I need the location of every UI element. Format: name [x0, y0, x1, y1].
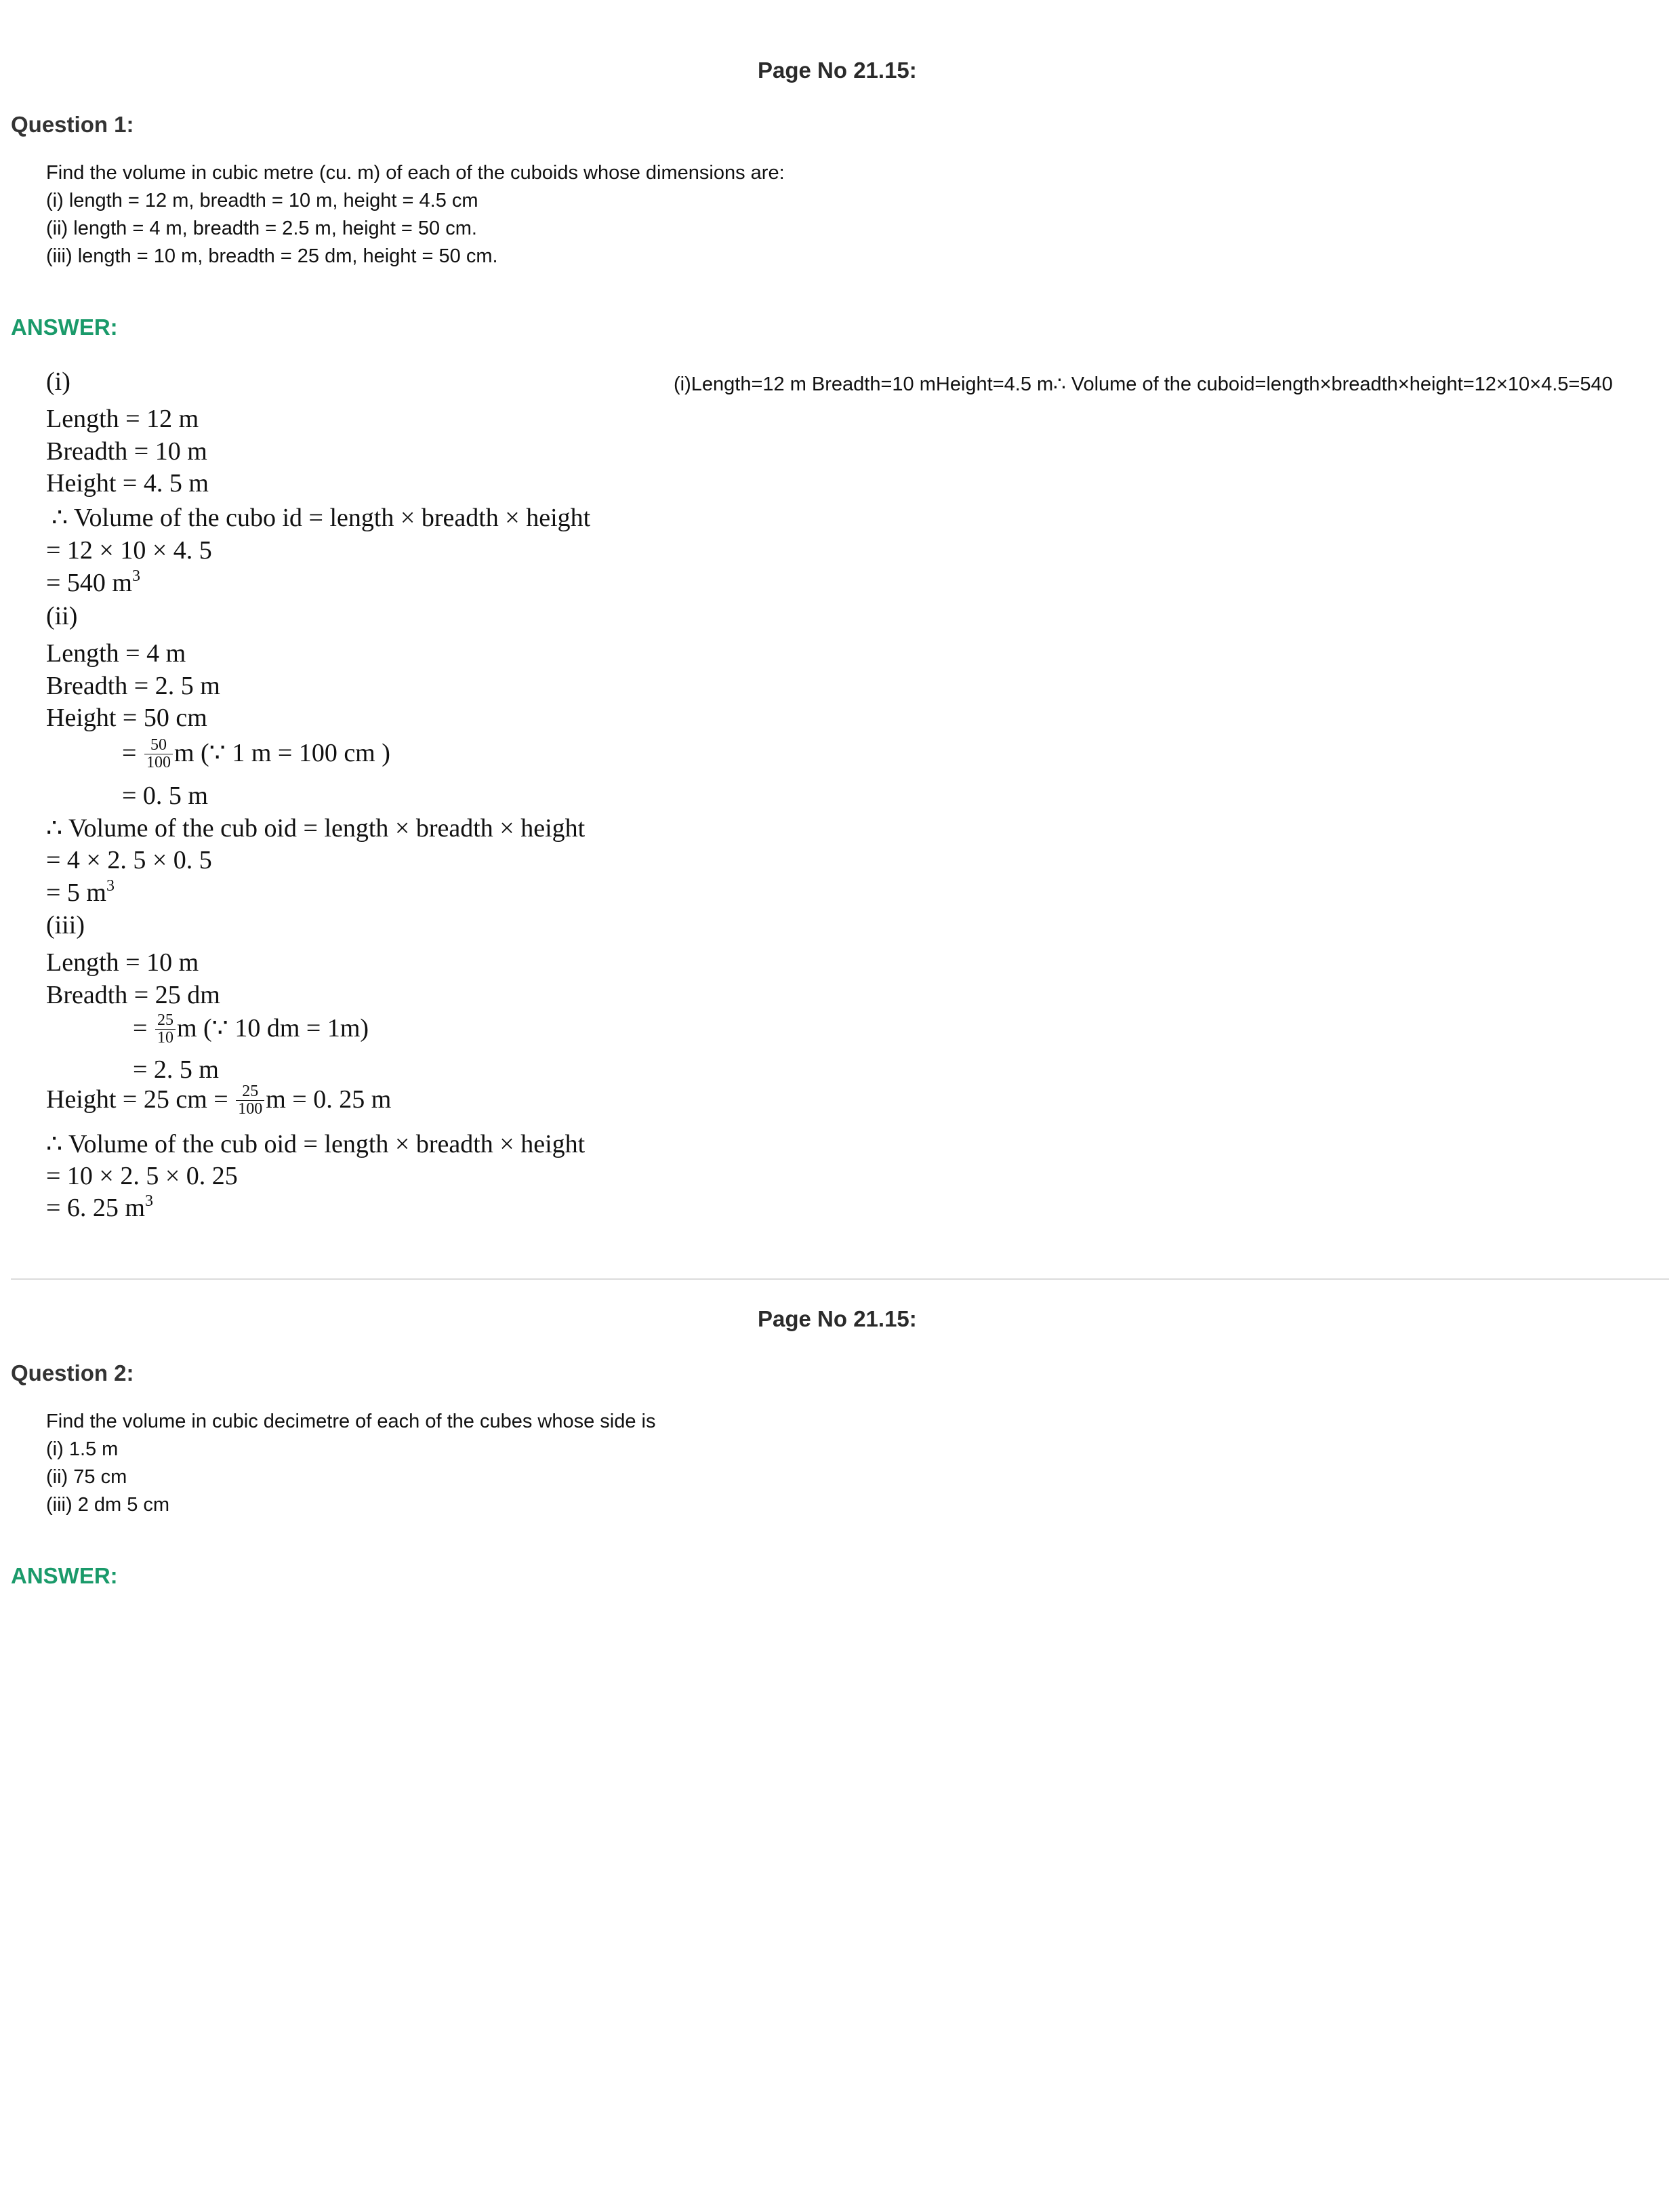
solution-line: Height = 4. 5 m: [46, 469, 209, 498]
fraction: 25 100: [236, 1083, 265, 1118]
question-text: Find the volume in cubic decimetre of ea…: [46, 1411, 656, 1432]
solution-line: = 50 100 m (∵ 1 m = 100 cm ): [122, 735, 390, 771]
solution-line: ∴ Volume of the cub oid = length × bread…: [46, 1130, 586, 1158]
solution-line: = 25 10 m (∵ 10 dm = 1m): [133, 1011, 369, 1047]
solution-line: = 6. 25 m3: [46, 1192, 153, 1222]
question-part: (ii) length = 4 m, breadth = 2.5 m, heig…: [46, 218, 477, 239]
solution-line: = 540 m3: [46, 567, 140, 597]
solution-line: = 5 m3: [46, 877, 115, 907]
solution-line: Breadth = 2. 5 m: [46, 672, 220, 700]
page-number-heading: Page No 21.15:: [758, 58, 917, 83]
solution-line: Height = 25 cm = 25 100 m = 0. 25 m: [46, 1083, 392, 1118]
solution-line: (i): [46, 367, 70, 396]
question-title: Question 2:: [11, 1360, 134, 1385]
solution-line: ∴ Volume of the cubo id = length × bread…: [52, 504, 591, 532]
question-text: Find the volume in cubic metre (cu. m) o…: [46, 162, 785, 184]
question-part: (i) length = 12 m, breadth = 10 m, heigh…: [46, 190, 478, 211]
solution-line: = 10 × 2. 5 × 0. 25: [46, 1162, 238, 1190]
question-part: (iii) 2 dm 5 cm: [46, 1494, 170, 1516]
section-divider: [11, 1278, 1669, 1280]
page-number-heading: Page No 21.15:: [758, 1306, 917, 1331]
solution-line: (iii): [46, 911, 85, 939]
fraction: 25 10: [155, 1011, 176, 1047]
solution-line: Length = 10 m: [46, 948, 199, 977]
solution-line: Breadth = 10 m: [46, 437, 207, 466]
solution-line: Length = 12 m: [46, 405, 199, 433]
question-part: (ii) 75 cm: [46, 1466, 127, 1488]
solution-line: (ii): [46, 602, 78, 630]
solution-line: Breadth = 25 dm: [46, 981, 220, 1009]
answer-label: ANSWER:: [11, 315, 118, 340]
solution-line: ∴ Volume of the cub oid = length × bread…: [46, 814, 586, 843]
solution-line: Height = 50 cm: [46, 704, 207, 732]
question-title: Question 1:: [11, 112, 134, 137]
fraction: 50 100: [144, 736, 173, 771]
solution-line: Length = 4 m: [46, 639, 186, 668]
solution-line: = 4 × 2. 5 × 0. 5: [46, 846, 212, 874]
solution-line: = 2. 5 m: [133, 1055, 219, 1084]
solution-line: = 12 × 10 × 4. 5: [46, 536, 212, 565]
question-part: (iii) length = 10 m, breadth = 25 dm, he…: [46, 245, 498, 267]
solution-line: = 0. 5 m: [122, 782, 208, 810]
solution-alt-text: (i)Length=12 m Breadth=10 mHeight=4.5 m∴…: [674, 373, 1613, 395]
answer-label: ANSWER:: [11, 1563, 118, 1588]
question-part: (i) 1.5 m: [46, 1438, 119, 1460]
